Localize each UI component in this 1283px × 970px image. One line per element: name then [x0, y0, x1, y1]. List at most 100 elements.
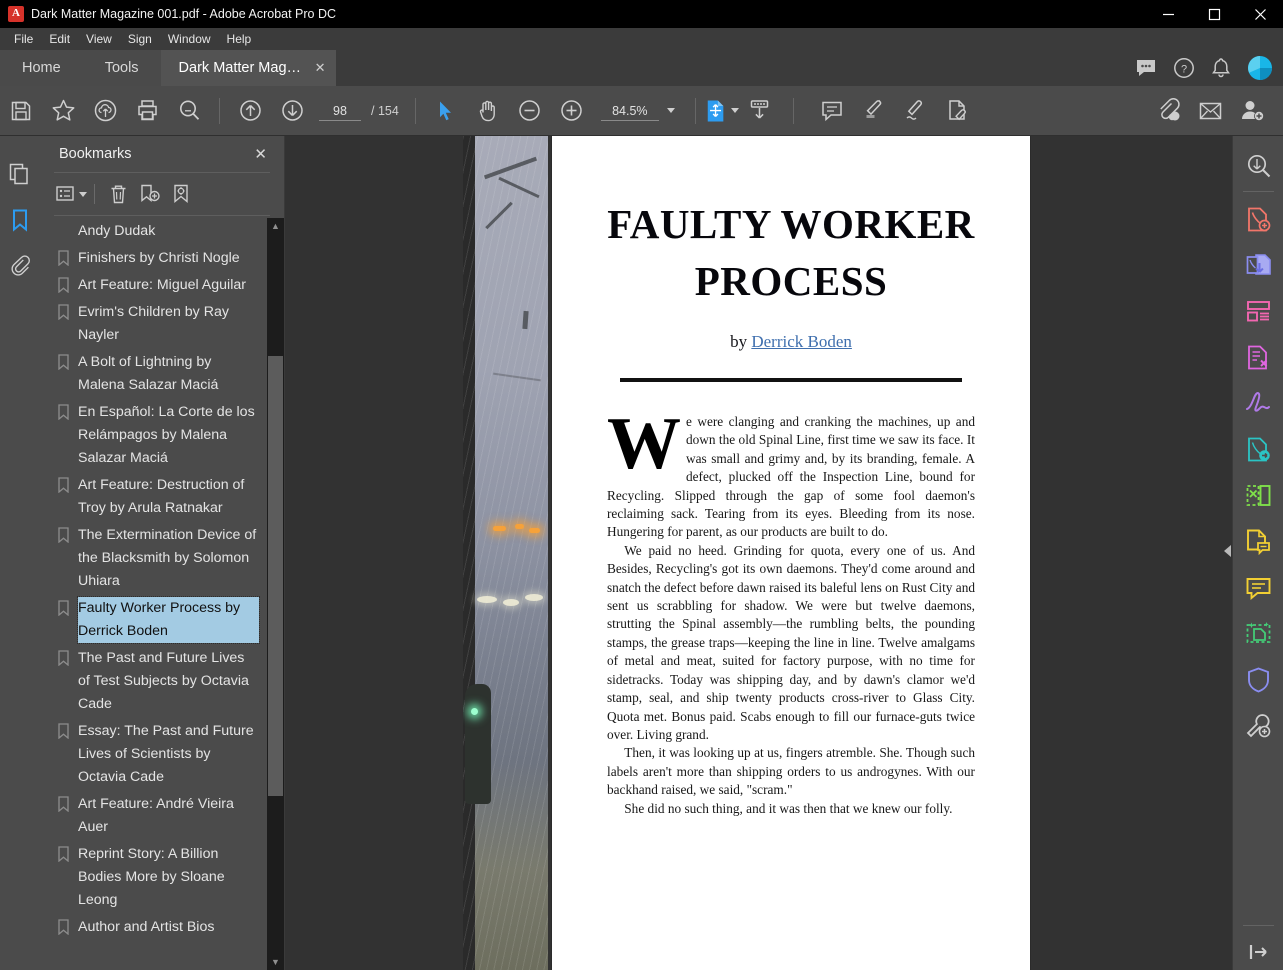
- page-number-input[interactable]: 98: [319, 101, 361, 121]
- list-item[interactable]: Art Feature: Miguel Aguilar: [40, 272, 285, 299]
- hand-tool-icon[interactable]: [467, 91, 509, 131]
- redact-icon[interactable]: [1233, 334, 1283, 380]
- compare-files-icon[interactable]: [1233, 472, 1283, 518]
- bookmarks-scrollbar-thumb[interactable]: [268, 356, 283, 796]
- chevron-down-icon[interactable]: [78, 191, 87, 197]
- chevron-down-icon[interactable]: [666, 108, 675, 113]
- list-item[interactable]: Author and Artist Bios: [40, 914, 285, 941]
- select-tool-icon[interactable]: [425, 91, 467, 131]
- upload-cloud-icon[interactable]: [84, 91, 126, 131]
- invite-people-icon[interactable]: [1231, 91, 1273, 131]
- organize-pages-icon[interactable]: [1233, 288, 1283, 334]
- scroll-down-icon[interactable]: ▼: [267, 954, 284, 970]
- byline: by Derrick Boden: [607, 332, 975, 352]
- page-thumbnails-icon[interactable]: [0, 151, 40, 197]
- list-item[interactable]: A Bolt of Lightning by Malena Salazar Ma…: [40, 349, 285, 399]
- list-item[interactable]: Essay: The Past and Future Lives of Scie…: [40, 718, 285, 791]
- protect-icon[interactable]: [1233, 656, 1283, 702]
- tab-document[interactable]: Dark Matter Magaz... ✕: [160, 50, 336, 86]
- collapse-panel-icon[interactable]: [1233, 934, 1283, 970]
- highlight-icon[interactable]: [853, 91, 895, 131]
- comment-bubble-icon[interactable]: [1135, 58, 1157, 78]
- more-tools-icon[interactable]: [1233, 702, 1283, 748]
- bookmarks-panel-header: Bookmarks ✕: [40, 136, 284, 172]
- list-item[interactable]: Evrim's Children by Ray Nayler: [40, 299, 285, 349]
- chevron-down-icon[interactable]: [730, 108, 739, 113]
- edit-bookmark-icon[interactable]: [166, 179, 198, 209]
- previous-page-icon[interactable]: [229, 91, 271, 131]
- fill-and-sign-icon[interactable]: [937, 91, 979, 131]
- maximize-button[interactable]: [1191, 0, 1237, 28]
- tab-tools[interactable]: Tools: [82, 50, 161, 86]
- new-bookmark-icon[interactable]: [134, 179, 166, 209]
- add-to-favorites-icon[interactable]: [42, 91, 84, 131]
- tab-close-icon[interactable]: ✕: [315, 60, 326, 76]
- bookmarks-list[interactable]: Andy Dudak Finishers by Christi Nogle Ar…: [40, 218, 285, 970]
- zoom-out-icon[interactable]: [509, 91, 551, 131]
- attachments-icon[interactable]: [0, 243, 40, 289]
- edit-pdf-icon[interactable]: [1233, 518, 1283, 564]
- list-item[interactable]: Art Feature: Destruction of Troy by Arul…: [40, 472, 285, 522]
- email-icon[interactable]: [1189, 91, 1231, 131]
- comment-icon[interactable]: [1233, 564, 1283, 610]
- bookmark-options-icon[interactable]: [55, 179, 87, 209]
- bookmark-label: Art Feature: Miguel Aguilar: [78, 277, 246, 293]
- bell-icon[interactable]: [1211, 57, 1231, 79]
- bookmark-label: Faulty Worker Process by Derrick Boden: [77, 596, 260, 644]
- zoom-in-icon[interactable]: [551, 91, 593, 131]
- search-document-icon[interactable]: [1233, 142, 1283, 188]
- menu-help[interactable]: Help: [219, 29, 260, 49]
- main-toolbar: 98 / 154 84.5%: [0, 86, 1283, 136]
- document-viewport[interactable]: FAULTY WORKER PROCESS by Derrick Boden W…: [285, 136, 1283, 970]
- next-page-icon[interactable]: [271, 91, 313, 131]
- scroll-up-icon[interactable]: ▲: [267, 218, 284, 234]
- menu-sign[interactable]: Sign: [120, 29, 160, 49]
- delete-bookmark-icon[interactable]: [102, 179, 134, 209]
- bookmark-item-icon: [58, 916, 78, 935]
- bookmarks-icon[interactable]: [0, 197, 40, 243]
- search-icon[interactable]: [168, 91, 210, 131]
- bookmark-item-icon: [58, 474, 78, 493]
- list-item[interactable]: The Extermination Device of the Blacksmi…: [40, 522, 285, 595]
- menu-bar: File Edit View Sign Window Help: [0, 28, 1283, 50]
- bookmark-item-icon: [58, 843, 78, 862]
- scroll-mode-icon[interactable]: [739, 91, 781, 131]
- zoom-control[interactable]: 84.5%: [600, 101, 675, 121]
- list-item[interactable]: Art Feature: André Vieira Auer: [40, 791, 285, 841]
- account-avatar-icon[interactable]: [1247, 55, 1273, 81]
- bookmarks-scrollbar[interactable]: ▲ ▼: [267, 218, 284, 970]
- list-item[interactable]: Andy Dudak: [40, 218, 285, 245]
- sign-icon[interactable]: [895, 91, 937, 131]
- print-icon[interactable]: [126, 91, 168, 131]
- list-item[interactable]: Reprint Story: A Billion Bodies More by …: [40, 841, 285, 914]
- bookmark-label: The Extermination Device of the Blacksmi…: [78, 527, 257, 589]
- page-fit-icon[interactable]: [705, 91, 739, 131]
- close-icon[interactable]: ✕: [249, 143, 272, 165]
- save-icon[interactable]: [0, 91, 42, 131]
- menu-file[interactable]: File: [6, 29, 41, 49]
- minimize-button[interactable]: [1145, 0, 1191, 28]
- list-item[interactable]: The Past and Future Lives of Test Subjec…: [40, 645, 285, 718]
- zoom-level-value[interactable]: 84.5%: [600, 101, 659, 121]
- close-button[interactable]: [1237, 0, 1283, 28]
- tab-home[interactable]: Home: [0, 50, 83, 86]
- rail-separator: [1242, 191, 1274, 192]
- share-link-icon[interactable]: [1147, 91, 1189, 131]
- export-pdf-icon[interactable]: [1233, 242, 1283, 288]
- window-title: Dark Matter Magazine 001.pdf - Adobe Acr…: [31, 7, 337, 21]
- menu-view[interactable]: View: [78, 29, 120, 49]
- byline-author-link[interactable]: Derrick Boden: [751, 332, 852, 351]
- list-item[interactable]: Finishers by Christi Nogle: [40, 245, 285, 272]
- send-for-signature-icon[interactable]: [1233, 426, 1283, 472]
- paragraph: We paid no heed. Grinding for quota, eve…: [607, 542, 975, 744]
- fill-and-sign-icon[interactable]: [1233, 380, 1283, 426]
- list-item[interactable]: En Español: La Corte de los Relámpagos b…: [40, 399, 285, 472]
- add-comment-icon[interactable]: [811, 91, 853, 131]
- list-item-selected[interactable]: Faulty Worker Process by Derrick Boden: [40, 595, 285, 645]
- help-icon[interactable]: ?: [1173, 57, 1195, 79]
- menu-edit[interactable]: Edit: [41, 29, 78, 49]
- create-pdf-icon[interactable]: [1233, 196, 1283, 242]
- enhance-scans-icon[interactable]: [1233, 610, 1283, 656]
- menu-window[interactable]: Window: [160, 29, 219, 49]
- pdf-page[interactable]: FAULTY WORKER PROCESS by Derrick Boden W…: [552, 136, 1030, 970]
